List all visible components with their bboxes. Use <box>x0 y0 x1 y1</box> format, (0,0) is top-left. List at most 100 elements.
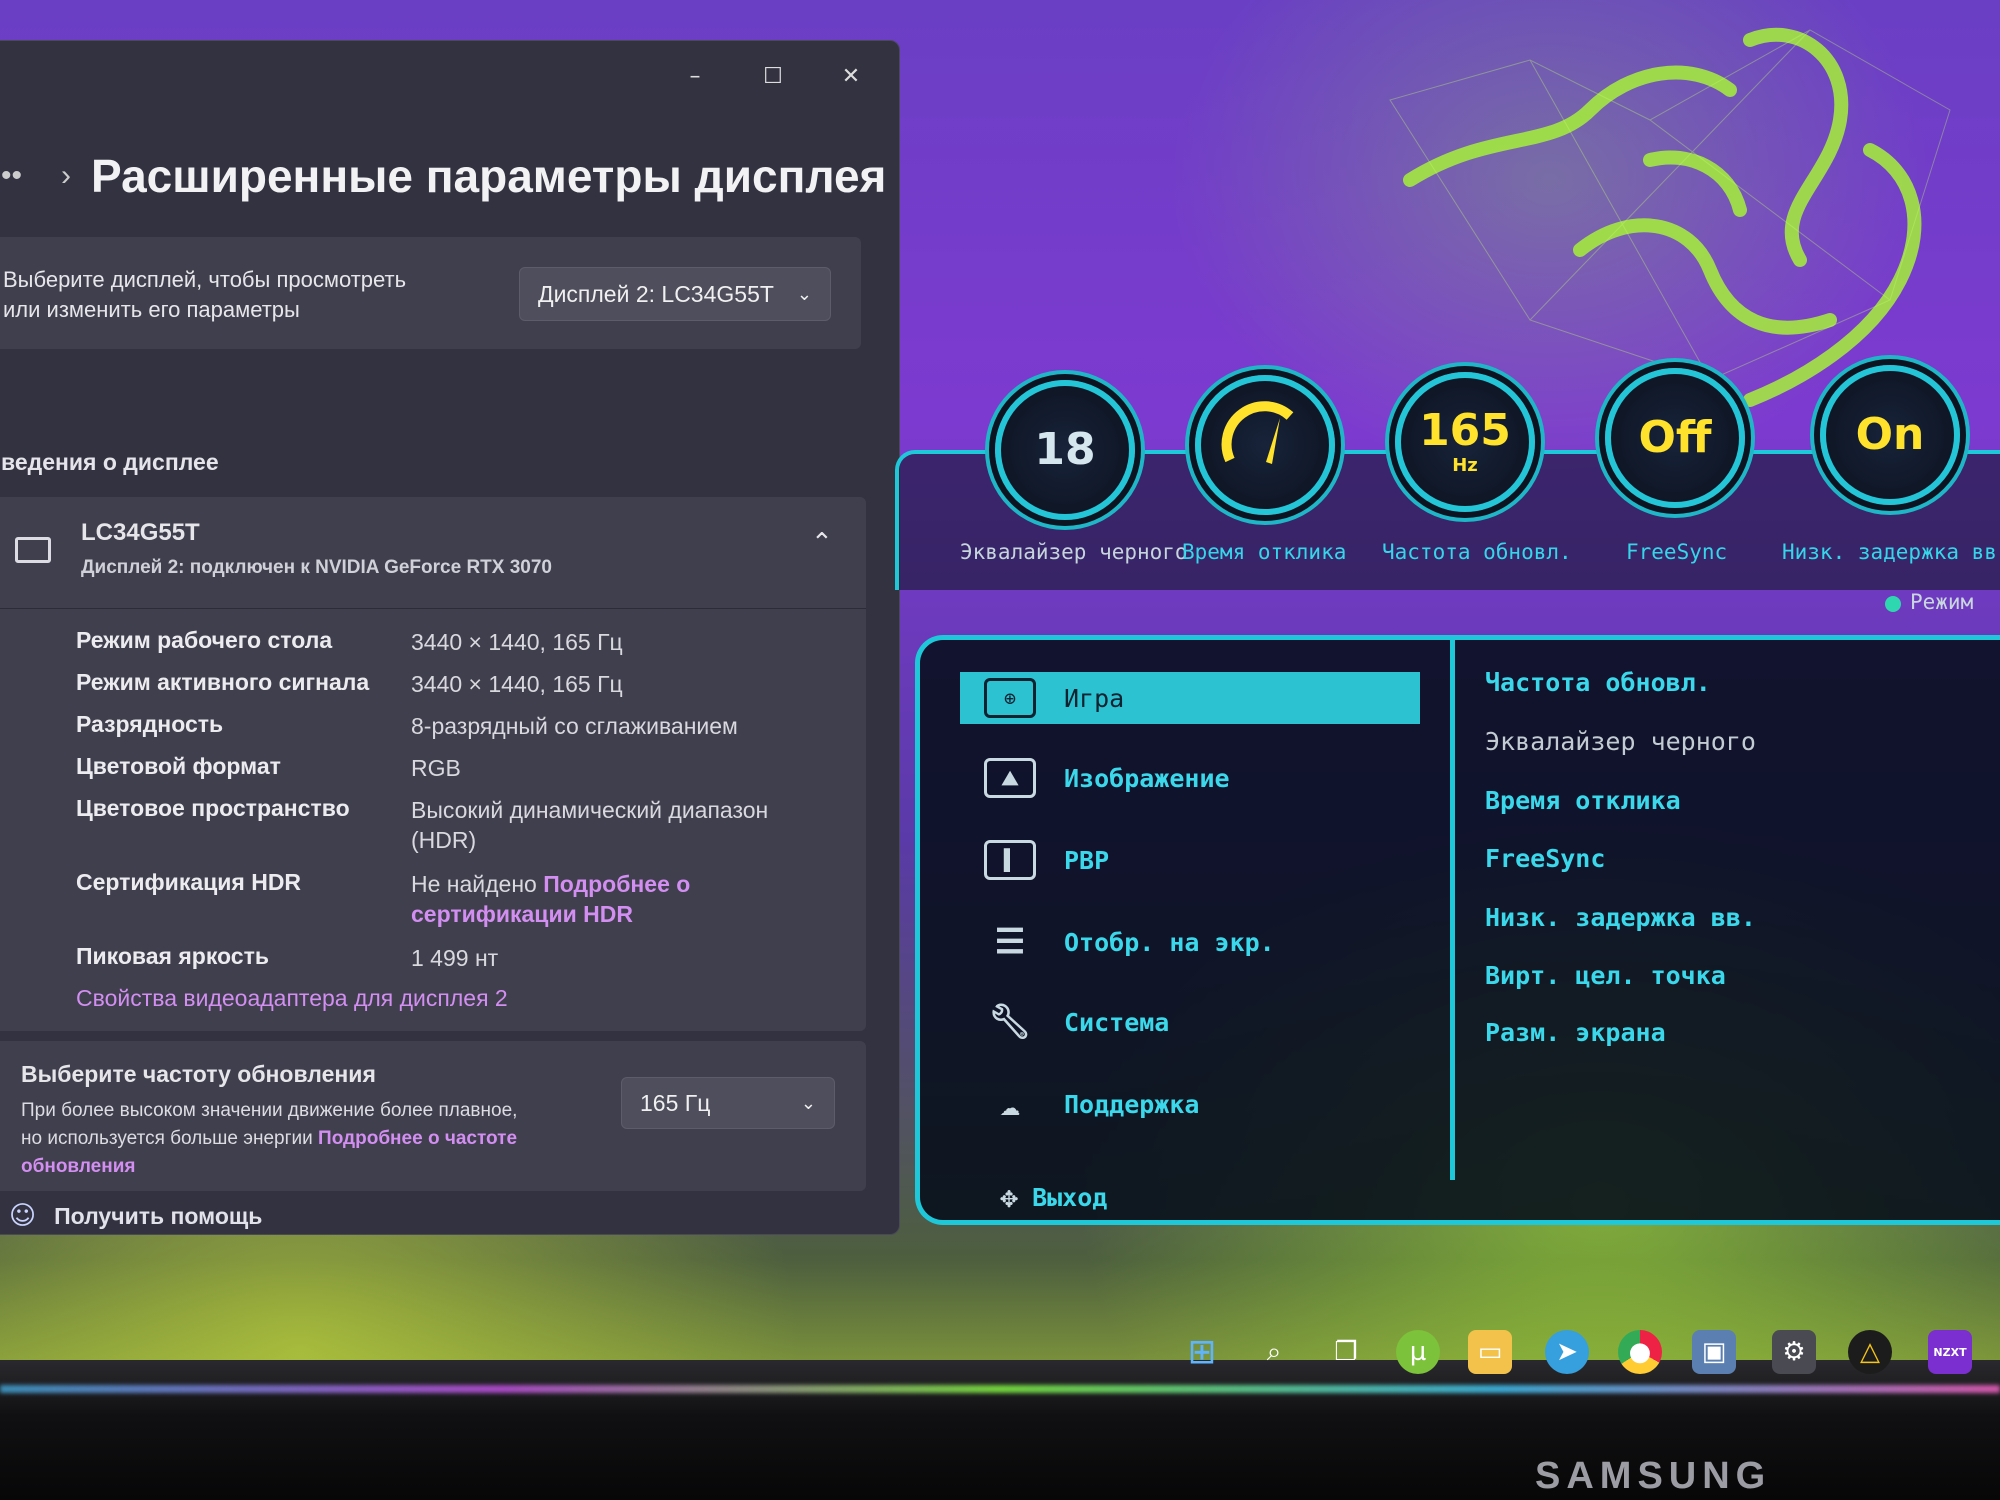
osd-submenu-low-input-lag[interactable]: Низк. задержка вв. <box>1485 903 1756 932</box>
osd-submenu-screen-size[interactable]: Разм. экрана <box>1485 1018 1666 1047</box>
refresh-learn-more-link-cont[interactable]: обновления <box>21 1153 581 1181</box>
rgb-backlight <box>0 1385 2000 1393</box>
osd-exit-button[interactable]: ✥ Выход <box>1000 1180 1107 1215</box>
chevron-down-icon: ⌄ <box>800 1092 816 1113</box>
info-key: Цветовое пространство <box>76 795 350 821</box>
refresh-learn-more-link[interactable]: Подробнее о частоте <box>318 1128 517 1149</box>
info-value: 3440 × 1440, 165 Гц <box>411 629 623 655</box>
osd-submenu-black-equalizer[interactable]: Эквалайзер черного <box>1485 727 1756 756</box>
adapter-properties-link[interactable]: Свойства видеоадаптера для дисплея 2 <box>76 985 508 1012</box>
refresh-rate-value: 165 Гц <box>640 1089 711 1116</box>
display-select-prompt-line2: или изменить его параметры <box>3 297 300 322</box>
info-value: 8-разрядный со сглаживанием <box>411 713 738 739</box>
gauge-label-freesync: FreeSync <box>1626 540 1728 564</box>
nzxt-icon[interactable]: NZXT <box>1928 1330 1972 1374</box>
monitor-header[interactable]: LC34G55T Дисплей 2: подключен к NVIDIA G… <box>0 497 866 609</box>
help-icon: ☺ <box>9 1201 37 1231</box>
monitor-name: LC34G55T <box>81 519 200 546</box>
osd-submenu-freesync[interactable]: FreeSync <box>1485 844 1605 873</box>
osd-menu-pbp[interactable]: ▌ PBP <box>960 834 1420 886</box>
refresh-rate-dropdown[interactable]: 165 Гц ⌄ <box>621 1077 835 1129</box>
display-select-prompt-line1: Выберите дисплей, чтобы просмотреть <box>3 267 407 292</box>
windows-start-icon[interactable]: ⊞ <box>1180 1330 1224 1374</box>
info-value: 1 499 нт <box>411 945 499 971</box>
osd-submenu-refresh-rate[interactable]: Частота обновл. <box>1485 668 1711 697</box>
wrench-icon: 🔧︎ <box>988 1002 1032 1042</box>
image-icon: ⛰ <box>984 758 1036 798</box>
chevron-down-icon: ⌄ <box>796 283 812 304</box>
osd-menu-picture[interactable]: ⛰ Изображение <box>960 752 1420 804</box>
display-select-prompt: Выберите дисплей, чтобы просмотреть или … <box>3 265 406 325</box>
display-select-card: Выберите дисплей, чтобы просмотреть или … <box>0 237 861 349</box>
sliders-icon: ☰ <box>994 922 1026 962</box>
mode-indicator-dot <box>1885 596 1901 612</box>
chrome-icon[interactable]: ● <box>1618 1330 1662 1374</box>
info-key: Сертификация HDR <box>76 869 302 895</box>
settings-gear-icon[interactable]: ⚙ <box>1772 1330 1816 1374</box>
info-key: Пиковая яркость <box>76 943 269 969</box>
pbp-icon: ▌ <box>984 840 1036 880</box>
gauge-value: 18 <box>1034 424 1096 475</box>
refresh-desc-line2: но используется больше энергии <box>21 1128 313 1149</box>
get-help-link[interactable]: ☺ Получить помощь <box>9 1201 262 1231</box>
chevron-up-icon[interactable]: ⌃ <box>811 527 833 558</box>
utorrent-icon[interactable]: µ <box>1396 1330 1440 1374</box>
hdr-cert-value: Не найдено <box>411 871 537 897</box>
info-key: Цветовой формат <box>76 753 281 779</box>
gauge-response-time <box>1195 375 1335 515</box>
osd-submenu-response-time[interactable]: Время отклика <box>1485 786 1681 815</box>
osd-exit-label: Выход <box>1032 1183 1108 1212</box>
gauge-value: On <box>1855 409 1925 460</box>
osd-menu-label: Игра <box>1064 683 1125 713</box>
telegram-icon[interactable]: ➤ <box>1545 1330 1589 1374</box>
close-button[interactable]: ✕ <box>831 57 871 97</box>
gauge-value: Off <box>1638 412 1712 463</box>
speedometer-icon <box>1221 401 1294 464</box>
gauge-label-refresh-rate: Частота обновл. <box>1382 540 1572 564</box>
laptop-icon <box>15 537 51 563</box>
samsung-logo: SAMSUNG <box>1535 1455 1772 1497</box>
osd-menu-system[interactable]: 🔧︎ Система <box>960 996 1420 1048</box>
gauge-black-equalizer: 18 <box>995 380 1135 520</box>
osd-menu-label: Поддержка <box>1064 1089 1200 1119</box>
osd-menu-label: Изображение <box>1064 763 1230 793</box>
chevron-right-icon: › <box>61 159 71 192</box>
gauge-label-low-input-lag: Низк. задержка вв <box>1782 540 1997 564</box>
info-value: Не найдено Подробнее о сертификации HDR <box>411 869 811 929</box>
info-key: Разрядность <box>76 711 224 737</box>
osd-menu-label: Система <box>1064 1007 1170 1037</box>
gauge-refresh-rate: 165 Hz <box>1395 372 1535 512</box>
osd-menu-label: PBP <box>1064 845 1110 875</box>
gauge-label-black-equalizer: Эквалайзер черного <box>960 540 1188 564</box>
refresh-rate-title: Выберите частоту обновления <box>21 1061 376 1087</box>
section-label-display-info: ведения о дисплее <box>1 449 219 475</box>
joystick-arrows-icon: ✥ <box>1000 1180 1019 1215</box>
osd-menu-onscreen-display[interactable]: ☰ Отобр. на экр. <box>960 916 1420 968</box>
display-dropdown-value: Дисплей 2: LC34G55T <box>538 280 774 307</box>
minimize-button[interactable]: – <box>675 57 715 97</box>
breadcrumb-overflow-button[interactable]: •• <box>1 159 41 193</box>
osd-submenu-virtual-aim-point[interactable]: Вирт. цел. точка <box>1485 961 1726 990</box>
monitor-subtitle: Дисплей 2: подключен к NVIDIA GeForce RT… <box>81 557 553 578</box>
gauge-low-input-lag: On <box>1820 365 1960 505</box>
gauge-label-response-time: Время отклика <box>1182 540 1347 564</box>
help-cloud-icon: ☁ <box>999 1084 1021 1124</box>
refresh-desc-line1: При более высоком значении движение боле… <box>21 1100 518 1121</box>
page-title: Расширенные параметры дисплея <box>91 150 887 202</box>
app-triangle-icon[interactable]: △ <box>1848 1330 1892 1374</box>
folder-icon[interactable]: ▭ <box>1468 1330 1512 1374</box>
osd-menu-support[interactable]: ☁ Поддержка <box>960 1078 1420 1130</box>
info-key: Режим активного сигнала <box>76 669 370 695</box>
refresh-rate-description: При более высоком значении движение боле… <box>21 1097 581 1181</box>
search-icon[interactable]: ⌕ <box>1252 1330 1296 1374</box>
mode-label: Режим <box>1910 590 1974 614</box>
refresh-rate-card: Выберите частоту обновления При более вы… <box>0 1041 866 1191</box>
remote-desktop-icon[interactable]: ▣ <box>1692 1330 1736 1374</box>
gauge-unit: Hz <box>1452 454 1478 476</box>
display-dropdown[interactable]: Дисплей 2: LC34G55T ⌄ <box>519 267 831 321</box>
display-info-card: LC34G55T Дисплей 2: подключен к NVIDIA G… <box>0 497 866 1031</box>
osd-menu-game[interactable]: ⊕ Игра <box>960 672 1420 724</box>
maximize-button[interactable]: ☐ <box>753 57 793 97</box>
osd-menu-label: Отобр. на экр. <box>1064 927 1275 957</box>
task-view-icon[interactable]: ❐ <box>1324 1330 1368 1374</box>
